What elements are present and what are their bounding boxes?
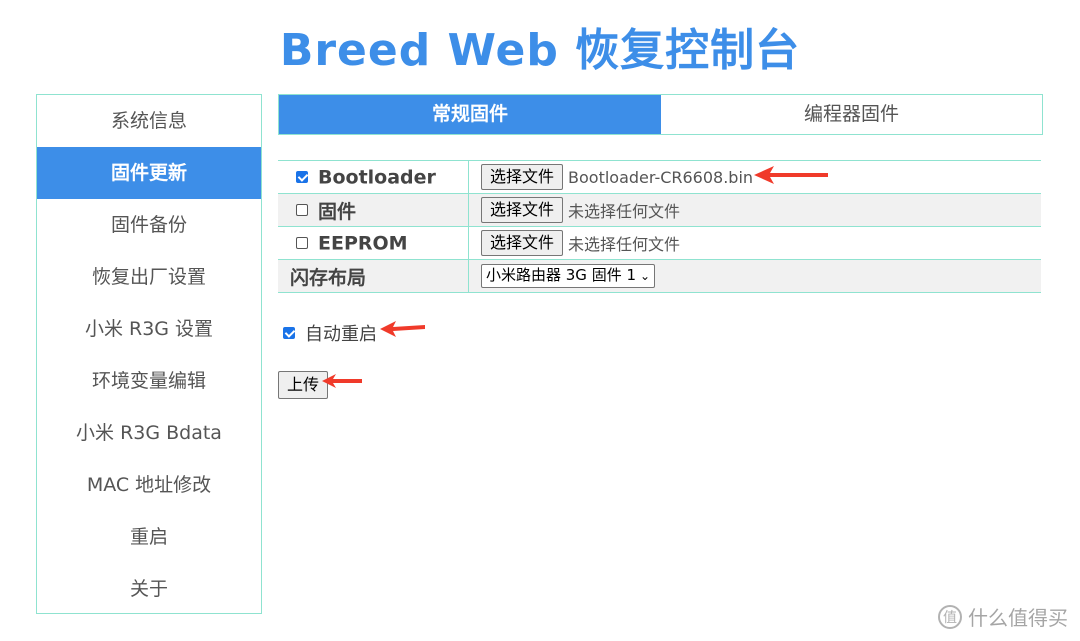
flash-layout-select[interactable]: 小米路由器 3G 固件 1 ⌄ [481,264,656,288]
flash-layout-label: 闪存布局 [290,266,367,289]
firmware-tabs: 常规固件 编程器固件 [278,94,1043,135]
sidebar-item-mac-edit[interactable]: MAC 地址修改 [37,459,261,511]
firmware-label: 固件 [318,200,357,223]
table-row: Bootloader 选择文件 Bootloader-CR6608.bin [278,160,1041,194]
sidebar-item-system-info[interactable]: 系统信息 [37,95,261,147]
firmware-choose-file-button[interactable]: 选择文件 [481,197,564,223]
table-row: 闪存布局 小米路由器 3G 固件 1 ⌄ [278,259,1041,293]
sidebar-item-factory-reset[interactable]: 恢复出厂设置 [37,251,261,303]
bootloader-choose-file-button[interactable]: 选择文件 [481,164,564,190]
table-row: EEPROM 选择文件 未选择任何文件 [278,226,1041,260]
flash-layout-selected: 小米路由器 3G 固件 1 [486,266,637,284]
sidebar: 系统信息 固件更新 固件备份 恢复出厂设置 小米 R3G 设置 环境变量编辑 小… [36,94,262,614]
bootloader-label: Bootloader [318,166,436,189]
watermark-text: 什么值得买 [968,606,1068,630]
sidebar-item-r3g-bdata[interactable]: 小米 R3G Bdata [37,407,261,459]
sidebar-item-about[interactable]: 关于 [37,563,261,615]
arrow-icon [754,166,828,184]
eeprom-file-name: 未选择任何文件 [568,235,681,254]
sidebar-item-firmware-backup[interactable]: 固件备份 [37,199,261,251]
chevron-down-icon: ⌄ [640,269,651,283]
sidebar-item-reboot[interactable]: 重启 [37,511,261,563]
sidebar-item-r3g-settings[interactable]: 小米 R3G 设置 [37,303,261,355]
arrow-icon [322,374,362,388]
bootloader-checkbox[interactable] [296,171,308,184]
auto-reboot-checkbox[interactable] [283,327,295,339]
eeprom-checkbox[interactable] [296,237,308,250]
sidebar-item-firmware-update[interactable]: 固件更新 [37,147,261,199]
table-row: 固件 选择文件 未选择任何文件 [278,193,1041,227]
tab-regular-firmware[interactable]: 常规固件 [279,95,661,134]
bootloader-file-name: Bootloader-CR6608.bin [568,167,754,187]
eeprom-choose-file-button[interactable]: 选择文件 [481,230,564,256]
firmware-file-name: 未选择任何文件 [568,202,681,221]
sidebar-item-env-editor[interactable]: 环境变量编辑 [37,355,261,407]
auto-reboot: 自动重启 [283,320,377,346]
arrow-icon [380,321,425,337]
watermark: 值 什么值得买 [938,602,1068,631]
auto-reboot-label: 自动重启 [305,324,377,345]
watermark-logo-icon: 值 [938,604,962,629]
firmware-table: Bootloader 选择文件 Bootloader-CR6608.bin 固件 … [278,160,1041,293]
eeprom-label: EEPROM [318,232,408,255]
firmware-checkbox[interactable] [296,204,308,216]
page-title: Breed Web 恢复控制台 [279,25,801,76]
tab-programmer-firmware[interactable]: 编程器固件 [661,95,1042,134]
